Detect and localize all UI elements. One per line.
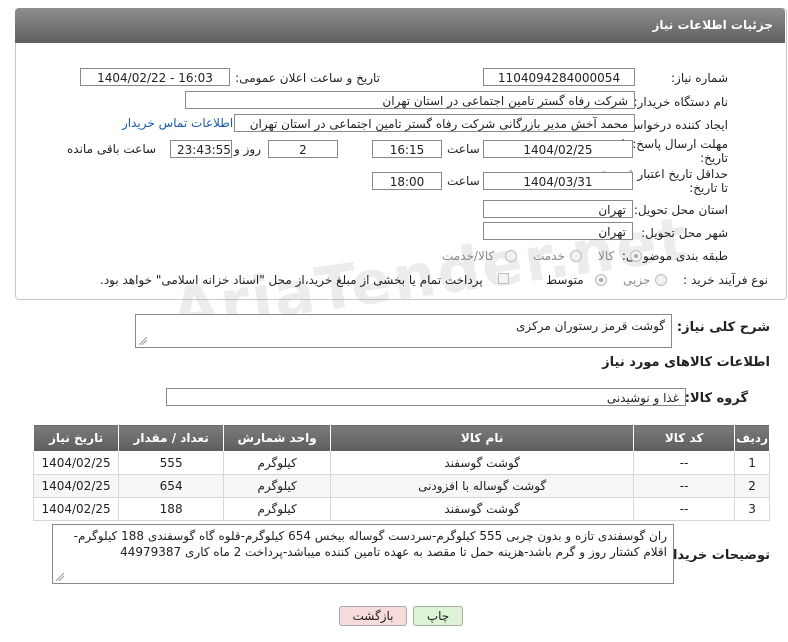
deadline-time-field[interactable]: 16:15 bbox=[372, 140, 442, 158]
print-button[interactable]: چاپ bbox=[413, 606, 463, 626]
summary-label: شرح کلی نیاز: bbox=[676, 320, 770, 335]
process-minor-label: جزیی bbox=[623, 273, 651, 287]
cell-name: گوشت گوسفند bbox=[330, 451, 635, 475]
back-button[interactable]: بازگشت bbox=[339, 606, 407, 626]
panel-header: جزئیات اطلاعات نیاز bbox=[15, 8, 785, 43]
treasury-payment-checkbox[interactable] bbox=[498, 273, 509, 284]
cell-qty: 188 bbox=[118, 497, 225, 521]
buyer-notes-field[interactable]: ران گوسفندی تازه و بدون چربی 555 کیلوگرم… bbox=[52, 524, 674, 584]
announce-field[interactable]: 1404/02/22 - 16:03 bbox=[80, 68, 230, 86]
cell-qty: 654 bbox=[118, 474, 225, 498]
goods-group-label: گروه کالا: bbox=[684, 391, 748, 406]
table-row[interactable]: 2 -- گوشت گوساله با افزودنی کیلوگرم 654 … bbox=[32, 474, 770, 498]
goods-table-header: ردیف کد کالا نام کالا واحد شمارش تعداد /… bbox=[32, 424, 770, 452]
resize-grip-icon[interactable] bbox=[56, 573, 64, 581]
process-medium-radio[interactable] bbox=[595, 274, 607, 286]
goods-group-field[interactable]: غذا و نوشیدنی bbox=[166, 388, 686, 406]
category-goods-radio[interactable] bbox=[630, 250, 642, 262]
col-date: تاریخ نیاز bbox=[32, 424, 120, 452]
cell-date: 1404/02/25 bbox=[32, 451, 120, 475]
cell-row: 3 bbox=[734, 497, 770, 521]
process-minor-radio[interactable] bbox=[655, 274, 667, 286]
validity-date-field[interactable]: 1404/03/31 bbox=[483, 172, 633, 190]
process-medium-label: متوسط bbox=[546, 273, 584, 287]
deadline-date-field[interactable]: 1404/02/25 bbox=[483, 140, 633, 158]
buyer-org-field[interactable]: شرکت رفاه گستر تامین اجتماعی در استان ته… bbox=[185, 91, 635, 109]
goods-table: ردیف کد کالا نام کالا واحد شمارش تعداد /… bbox=[32, 424, 770, 521]
need-number-label: شماره نیاز: bbox=[671, 71, 728, 85]
col-unit: واحد شمارش bbox=[223, 424, 332, 452]
cell-date: 1404/02/25 bbox=[32, 497, 120, 521]
category-both-radio[interactable] bbox=[505, 250, 517, 262]
cell-unit: کیلوگرم bbox=[223, 474, 332, 498]
creator-field[interactable]: محمد آخش مدیر بازرگانی شرکت رفاه گستر تا… bbox=[234, 114, 635, 132]
cell-unit: کیلوگرم bbox=[223, 497, 332, 521]
buyer-contact-link[interactable]: اطلاعات تماس خریدار bbox=[122, 116, 233, 130]
cell-code: -- bbox=[633, 451, 736, 475]
cell-code: -- bbox=[633, 497, 736, 521]
cell-row: 1 bbox=[734, 451, 770, 475]
summary-text: گوشت قرمز رستوران مرکزی bbox=[516, 319, 665, 333]
category-service-radio[interactable] bbox=[570, 250, 582, 262]
col-row: ردیف bbox=[734, 424, 770, 452]
remaining-time-label: ساعت باقی مانده bbox=[67, 142, 157, 156]
cell-name: گوشت گوساله با افزودنی bbox=[330, 474, 635, 498]
validity-time-label: ساعت bbox=[447, 174, 480, 188]
col-qty: تعداد / مقدار bbox=[118, 424, 225, 452]
col-name: نام کالا bbox=[330, 424, 635, 452]
panel-title: جزئیات اطلاعات نیاز bbox=[652, 18, 773, 32]
category-goods-label: کالا bbox=[598, 249, 615, 263]
col-code: کد کالا bbox=[633, 424, 736, 452]
cell-name: گوشت گوسفند bbox=[330, 497, 635, 521]
deadline-days-field[interactable]: 2 bbox=[268, 140, 338, 158]
buyer-notes-text: ران گوسفندی تازه و بدون چربی 555 کیلوگرم… bbox=[73, 529, 667, 559]
city-label: شهر محل تحویل: bbox=[641, 226, 728, 240]
cell-code: -- bbox=[633, 474, 736, 498]
announce-label: تاریخ و ساعت اعلان عمومی: bbox=[235, 71, 380, 85]
resize-grip-icon[interactable] bbox=[139, 337, 147, 345]
treasury-payment-note: پرداخت تمام یا بخشی از مبلغ خرید،از محل … bbox=[100, 273, 483, 287]
cell-qty: 555 bbox=[118, 451, 225, 475]
city-field[interactable]: تهران bbox=[483, 222, 633, 240]
need-number-field[interactable]: 1104094284000054 bbox=[483, 68, 635, 86]
goods-section-title: اطلاعات کالاهای مورد نیاز bbox=[602, 355, 770, 370]
category-service-label: خدمت bbox=[533, 249, 565, 263]
province-field[interactable]: تهران bbox=[483, 200, 633, 218]
cell-unit: کیلوگرم bbox=[223, 451, 332, 475]
cell-row: 2 bbox=[734, 474, 770, 498]
buyer-org-label: نام دستگاه خریدار: bbox=[633, 95, 729, 109]
process-label: نوع فرآیند خرید : bbox=[683, 273, 768, 287]
category-both-label: کالا/خدمت bbox=[442, 249, 495, 263]
province-label: استان محل تحویل: bbox=[633, 203, 728, 217]
validity-time-field[interactable]: 18:00 bbox=[372, 172, 442, 190]
cell-date: 1404/02/25 bbox=[32, 474, 120, 498]
table-row[interactable]: 3 -- گوشت گوسفند کیلوگرم 188 1404/02/25 bbox=[32, 497, 770, 521]
summary-field[interactable]: گوشت قرمز رستوران مرکزی bbox=[135, 314, 672, 348]
table-row[interactable]: 1 -- گوشت گوسفند کیلوگرم 555 1404/02/25 bbox=[32, 451, 770, 475]
deadline-days-label: روز و bbox=[234, 142, 261, 156]
remaining-time-field[interactable]: 23:43:55 bbox=[170, 140, 232, 158]
buyer-notes-label: توضیحات خریدار: bbox=[660, 548, 770, 563]
deadline-time-label: ساعت bbox=[447, 142, 480, 156]
